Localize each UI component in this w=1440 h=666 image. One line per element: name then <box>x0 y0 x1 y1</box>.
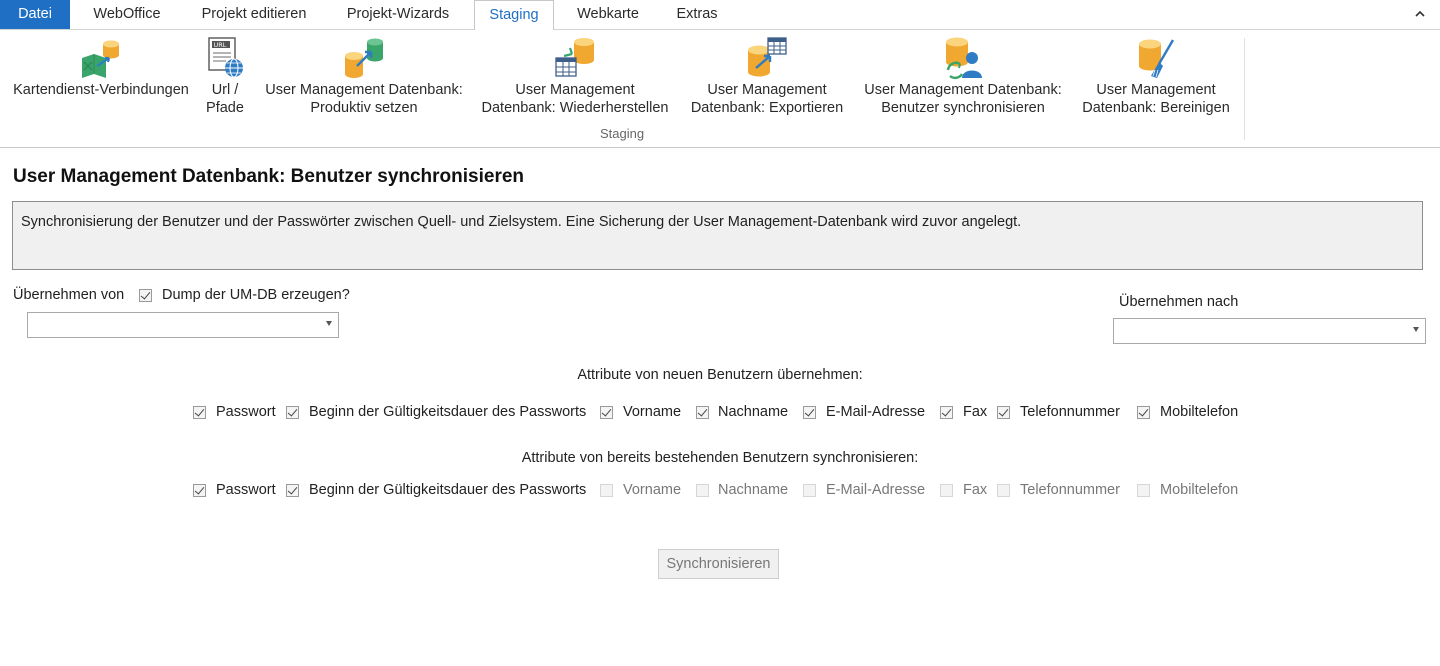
existing-attr-label-vorname: Vorname <box>623 482 682 498</box>
new-attr-label-vorname: Vorname <box>623 404 682 420</box>
ribbon-button-label: User Management Datenbank: <box>265 82 463 98</box>
ribbon-button-label: Url / <box>211 82 239 98</box>
new-attr-checkbox-passwort[interactable] <box>193 406 206 419</box>
new-attr-label-beginn-der-g-ltigkeitsdauer-des-passworts: Beginn der Gültigkeitsdauer des Passwort… <box>309 404 587 420</box>
db-set-productive-button[interactable]: User Management Datenbank: Produktiv set… <box>260 30 468 130</box>
db-sync-users-icon <box>942 36 984 80</box>
existing-attr-checkbox-telefonnummer[interactable] <box>997 484 1010 497</box>
existing-attr-label-beginn-der-g-ltigkeitsdauer-des-passworts: Beginn der Gültigkeitsdauer des Passwort… <box>309 482 587 498</box>
new-attr-checkbox-mobiltelefon[interactable] <box>1137 406 1150 419</box>
existing-users-heading: Attribute von bereits bestehenden Benutz… <box>521 450 919 466</box>
source-label: Übernehmen von <box>13 287 125 303</box>
existing-attr-label-fax: Fax <box>963 482 988 498</box>
existing-attr-checkbox-mobiltelefon[interactable] <box>1137 484 1150 497</box>
db-cleanup-icon <box>1135 36 1177 80</box>
ribbon-button-label: User Management Datenbank: <box>864 82 1062 98</box>
new-attr-label-nachname: Nachname <box>718 404 789 420</box>
ribbon-button-label: Produktiv setzen <box>310 100 418 116</box>
new-attr-label-e-mail-adresse: E-Mail-Adresse <box>826 404 926 420</box>
ribbon-group-label: Staging <box>599 126 645 141</box>
new-attr-checkbox-telefonnummer[interactable] <box>997 406 1010 419</box>
existing-attr-label-mobiltelefon: Mobiltelefon <box>1160 482 1239 498</box>
existing-attr-checkbox-e-mail-adresse[interactable] <box>803 484 816 497</box>
tab-file[interactable]: Datei <box>0 0 70 29</box>
ribbon-panel: Kartendienst-Verbindungen URL Url / Pfad… <box>0 30 1440 148</box>
tab-project-edit[interactable]: Projekt editieren <box>186 0 322 29</box>
svg-text:URL: URL <box>214 41 227 49</box>
target-select[interactable] <box>1113 318 1426 344</box>
tab-weboffice[interactable]: WebOffice <box>78 0 176 29</box>
existing-attr-checkbox-nachname[interactable] <box>696 484 709 497</box>
synchronize-button[interactable]: Synchronisieren <box>658 549 779 579</box>
ribbon-button-label: Kartendienst-Verbindungen <box>13 82 189 98</box>
dump-checkbox-label: Dump der UM-DB erzeugen? <box>162 287 350 303</box>
ribbon-button-label: User Management <box>515 82 635 98</box>
new-attr-label-telefonnummer: Telefonnummer <box>1020 404 1120 420</box>
db-export-icon <box>746 36 788 80</box>
new-attr-checkbox-nachname[interactable] <box>696 406 709 419</box>
existing-attr-checkbox-beginn-der-g-ltigkeitsdauer-des-passworts[interactable] <box>286 484 299 497</box>
ribbon-button-label: Pfade <box>206 100 244 116</box>
ribbon-group-separator <box>1244 38 1245 140</box>
ribbon-button-label: User Management <box>1096 82 1216 98</box>
map-service-connections-icon <box>80 36 122 80</box>
db-cleanup-button[interactable]: User Management Datenbank: Bereinigen <box>1074 30 1238 130</box>
page-title: User Management Datenbank: Benutzer sync… <box>13 166 525 187</box>
tab-project-wizards[interactable]: Projekt-Wizards <box>332 0 464 29</box>
ribbon-button-label: Datenbank: Exportieren <box>690 100 844 116</box>
existing-attr-label-nachname: Nachname <box>718 482 789 498</box>
db-restore-icon <box>554 36 596 80</box>
dump-checkbox[interactable] <box>139 289 152 302</box>
existing-attr-label-telefonnummer: Telefonnummer <box>1020 482 1120 498</box>
tab-staging[interactable]: Staging <box>474 0 554 31</box>
tab-extras[interactable]: Extras <box>664 0 730 29</box>
new-users-heading: Attribute von neuen Benutzern übernehmen… <box>577 367 863 383</box>
new-attr-checkbox-e-mail-adresse[interactable] <box>803 406 816 419</box>
new-attr-checkbox-fax[interactable] <box>940 406 953 419</box>
new-attr-checkbox-beginn-der-g-ltigkeitsdauer-des-passworts[interactable] <box>286 406 299 419</box>
map-service-connections-button[interactable]: Kartendienst-Verbindungen <box>5 30 197 130</box>
existing-attr-label-e-mail-adresse: E-Mail-Adresse <box>826 482 926 498</box>
source-select[interactable] <box>27 312 339 338</box>
db-restore-button[interactable]: User Management Datenbank: Wiederherstel… <box>474 30 676 130</box>
existing-attr-checkbox-vorname[interactable] <box>600 484 613 497</box>
db-sync-users-button[interactable]: User Management Datenbank: Benutzer sync… <box>858 30 1068 130</box>
ribbon-tab-bar: Datei WebOffice Projekt editieren Projek… <box>0 0 1440 31</box>
ribbon-button-label: Benutzer synchronisieren <box>881 100 1045 116</box>
dropdown-arrow-icon <box>1413 327 1419 332</box>
ribbon-button-label: Datenbank: Bereinigen <box>1082 100 1230 116</box>
existing-attr-checkbox-fax[interactable] <box>940 484 953 497</box>
new-attr-label-passwort: Passwort <box>216 404 276 420</box>
existing-attr-checkbox-passwort[interactable] <box>193 484 206 497</box>
tab-webmap[interactable]: Webkarte <box>563 0 653 29</box>
db-set-productive-icon <box>343 36 385 80</box>
ribbon-button-label: Datenbank: Wiederherstellen <box>481 100 669 116</box>
new-attr-checkbox-vorname[interactable] <box>600 406 613 419</box>
new-attr-label-fax: Fax <box>963 404 988 420</box>
description-box: Synchronisierung der Benutzer und der Pa… <box>12 201 1423 270</box>
db-export-button[interactable]: User Management Datenbank: Exportieren <box>684 30 850 130</box>
target-label: Übernehmen nach <box>1119 294 1239 310</box>
new-attr-label-mobiltelefon: Mobiltelefon <box>1160 404 1239 420</box>
ribbon-button-label: User Management <box>707 82 827 98</box>
url-paths-button[interactable]: URL Url / Pfade <box>200 30 250 130</box>
dropdown-arrow-icon <box>326 321 332 326</box>
chevron-up-icon[interactable] <box>1410 0 1430 29</box>
existing-attr-label-passwort: Passwort <box>216 482 276 498</box>
url-paths-icon: URL <box>204 36 246 80</box>
